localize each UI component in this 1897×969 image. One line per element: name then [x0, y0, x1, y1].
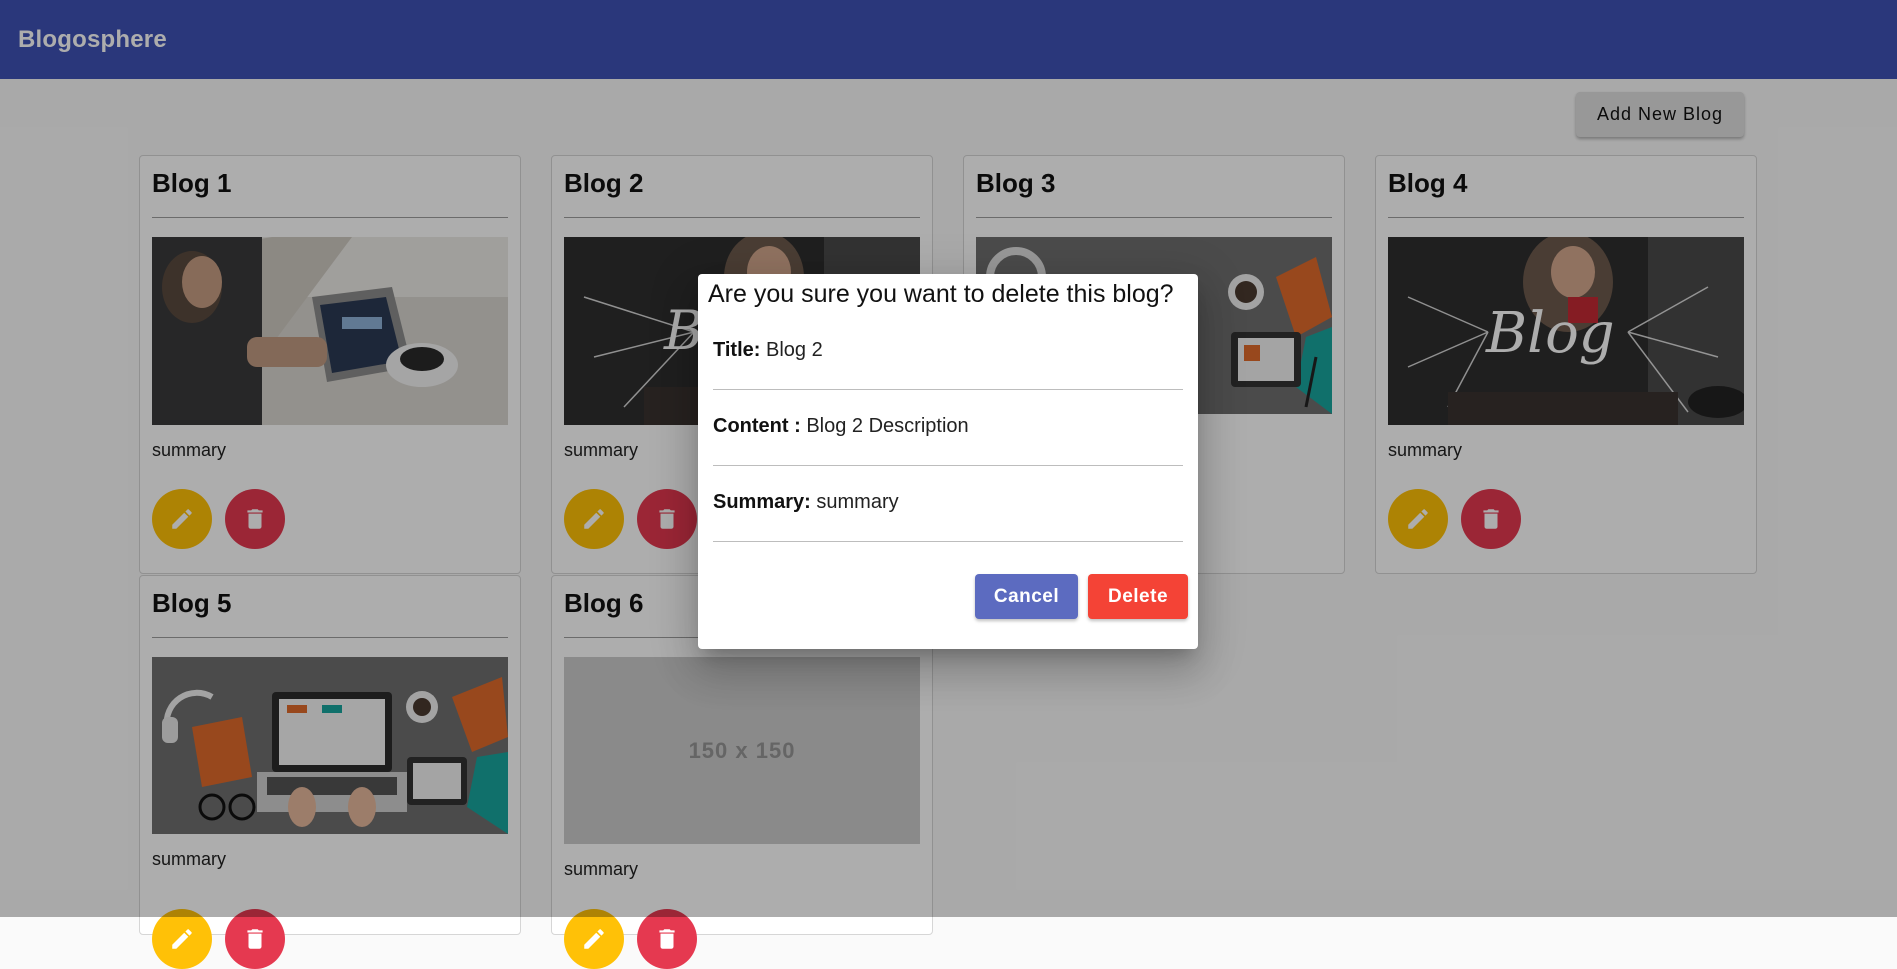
- dialog-title: Are you sure you want to delete this blo…: [708, 280, 1174, 308]
- divider: [713, 465, 1183, 466]
- summary-value: summary: [816, 491, 899, 513]
- content-value: Blog 2 Description: [806, 415, 969, 437]
- edit-button[interactable]: [564, 909, 624, 969]
- edit-button[interactable]: [152, 909, 212, 969]
- divider: [713, 389, 1183, 390]
- title-value: Blog 2: [765, 339, 823, 361]
- confirm-delete-button[interactable]: Delete: [1088, 574, 1188, 619]
- pencil-icon: [172, 929, 192, 949]
- cancel-button[interactable]: Cancel: [975, 574, 1078, 619]
- dialog-title-row: Title: Blog 2: [713, 339, 1183, 362]
- delete-confirm-dialog: Are you sure you want to delete this blo…: [698, 274, 1198, 649]
- summary-label: Summary:: [713, 491, 811, 513]
- dialog-content-row: Content : Blog 2 Description: [713, 415, 1183, 438]
- dialog-summary-row: Summary: summary: [713, 491, 1183, 514]
- delete-button[interactable]: [637, 909, 697, 969]
- title-label: Title:: [713, 339, 761, 361]
- divider: [713, 541, 1183, 542]
- content-label: Content :: [713, 415, 801, 437]
- pencil-icon: [584, 929, 604, 949]
- trash-icon: [247, 929, 263, 949]
- trash-icon: [659, 929, 675, 949]
- delete-button[interactable]: [225, 909, 285, 969]
